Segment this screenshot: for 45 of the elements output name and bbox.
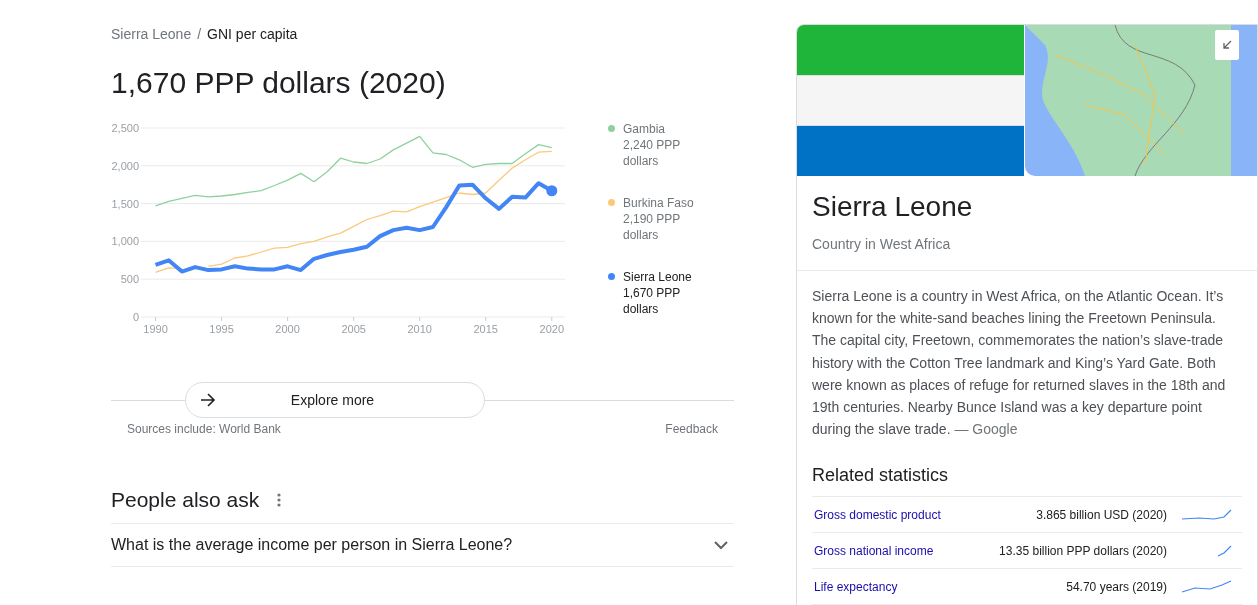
description-paragraph: Sierra Leone is a country in West Africa, on the Atlantic Ocean. It’s known for the white-sand beaches lining the Freetown Peninsula. The capital city, Freetown, commemorates the nation’s slave-trade history with the Cotton Tree landmark and King’s Yard Gate. Both were known as places of refuge for returned slaves in the 18th and 19th centuries. Nearby Bunce Island was a key departure point during the slave trade. — Google [812,287,1227,440]
explore-more-button[interactable]: Explore more [184,382,485,418]
y-axis-label: 0 [132,311,139,323]
statistic-value: 13.35 billion PPP dollars (2020) [998,543,1167,558]
statistic-link[interactable]: Gross national income [812,543,974,558]
question-text: What is the average income per person in Sierra Leone? [111,536,513,554]
x-axis-label: 2005 [341,323,366,335]
legend-entry[interactable]: Burkina Faso 2,190 PPP dollars [623,195,705,243]
more-options-icon[interactable] [277,493,282,507]
panel-title: Sierra Leone [812,190,974,224]
y-axis-label: 2,500 [111,122,139,134]
y-axis-label: 2,000 [111,159,139,172]
x-axis-label: 2010 [407,323,432,335]
breadcrumb-current: GNI per capita [207,26,298,42]
breadcrumb-separator: / [197,26,202,42]
x-axis-label: 2020 [539,323,565,335]
statistic-value: 3.865 billion USD (2020) [1035,507,1167,522]
legend-entry[interactable]: Gambia 2,240 PPP dollars [623,121,705,169]
question-row[interactable]: What is the average income per person in Sierra Leone? [111,523,734,567]
feedback-link[interactable]: Feedback [665,422,718,436]
panel-subtitle: Country in West Africa [812,236,952,252]
expand-map-icon[interactable] [1215,30,1239,60]
statistic-link[interactable]: Life expectancy [812,579,974,594]
x-axis-label: 1995 [209,323,234,335]
sparkline-drawing [1217,544,1232,557]
section-heading: People also ask [111,488,260,512]
y-axis-label: 500 [120,273,139,286]
x-axis-label: 2015 [473,323,498,335]
statistic-link[interactable]: Gross domestic product [812,507,974,522]
arrow-right-icon [199,393,216,407]
statistic-value: 54.70 years (2019) [1065,579,1167,594]
source-link[interactable]: — Google [954,421,1018,438]
sparkline-drawing [1181,509,1232,521]
y-axis-label: 1,000 [111,235,139,248]
headline-value: 1,670 PPP dollars (2020) [111,65,447,101]
x-axis-label: 1990 [143,323,168,335]
breadcrumb-link[interactable]: Sierra Leone [111,26,192,42]
legend-entry[interactable]: Sierra Leone 1,670 PPP dollars [623,269,705,317]
y-axis-label: 1,500 [111,197,139,210]
section-heading: Related statistics [812,465,950,487]
sparkline-drawing [1181,580,1232,594]
data-point-marker [546,185,558,197]
x-axis-label: 2000 [275,323,300,335]
chevron-icon [714,540,728,550]
sources-text: Sources include: World Bank [127,422,281,436]
